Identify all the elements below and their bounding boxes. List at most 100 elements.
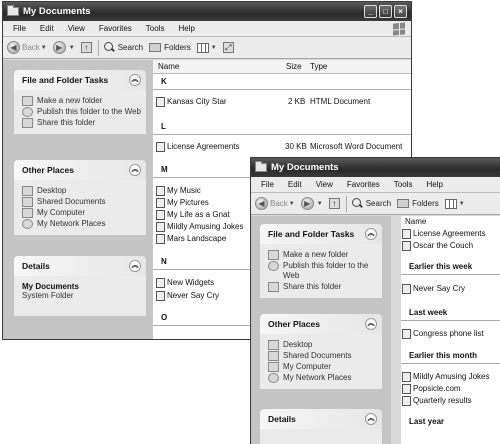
folders-button[interactable]: Folders: [149, 43, 191, 52]
title-bar[interactable]: My Documents _ □ ×: [3, 2, 411, 21]
file-row[interactable]: Congress phone list: [402, 328, 500, 339]
menu-file[interactable]: File: [6, 24, 33, 33]
search-button[interactable]: Search: [351, 198, 391, 209]
share-folder-icon: [22, 118, 33, 128]
menu-bar: File Edit View Favorites Tools Help: [3, 21, 411, 37]
group-divider: [153, 89, 411, 90]
maximize-button[interactable]: □: [379, 5, 392, 18]
views-dropdown-icon[interactable]: ▼: [459, 201, 465, 207]
file-row[interactable]: Quarterly results: [402, 395, 500, 406]
collapse-chevron-icon[interactable]: ︽: [129, 164, 141, 176]
menu-tools[interactable]: Tools: [139, 24, 172, 33]
up-folder-button[interactable]: ↑: [80, 42, 92, 53]
task-publish-folder[interactable]: Publish this folder to the Web: [22, 107, 146, 117]
place-shared-documents[interactable]: Shared Documents: [22, 197, 146, 207]
image-file-icon: [156, 233, 165, 244]
up-arrow-icon: ↑: [328, 198, 340, 209]
menu-edit[interactable]: Edit: [281, 180, 309, 189]
task-publish-folder[interactable]: Publish this folder to the Web: [268, 261, 382, 281]
file-row[interactable]: License Agreements: [402, 228, 500, 239]
file-name: Quarterly results: [413, 396, 472, 405]
group-header: Last week: [409, 308, 448, 317]
back-button[interactable]: ◀ Back ▼: [7, 41, 47, 54]
file-folder-tasks-header[interactable]: File and Folder Tasks ︽: [14, 70, 146, 90]
menu-favorites[interactable]: Favorites: [340, 180, 387, 189]
collapse-chevron-icon[interactable]: ︽: [129, 74, 141, 86]
collapse-chevron-icon[interactable]: ︽: [129, 260, 141, 272]
details-header[interactable]: Details ︽: [14, 256, 146, 276]
shared-documents-icon: [22, 197, 33, 207]
my-documents-window-front[interactable]: My Documents File Edit View Favorites To…: [250, 157, 500, 444]
up-folder-button[interactable]: ↑: [328, 198, 340, 209]
column-headers: Name: [401, 216, 500, 228]
collapse-chevron-icon[interactable]: ︽: [365, 318, 377, 330]
folders-button[interactable]: Folders: [397, 199, 439, 208]
other-places-header[interactable]: Other Places ︽: [260, 314, 382, 334]
forward-button[interactable]: ▶ ▼: [52, 41, 75, 54]
minimize-button[interactable]: _: [364, 5, 377, 18]
column-size[interactable]: Size: [286, 62, 302, 71]
folder-options-button[interactable]: ⤢: [222, 42, 234, 53]
place-my-computer[interactable]: My Computer: [268, 362, 382, 372]
collapse-chevron-icon[interactable]: ︽: [365, 413, 377, 425]
file-row[interactable]: License Agreements 30 KB Microsoft Word …: [156, 141, 411, 152]
column-type[interactable]: Type: [310, 62, 327, 71]
task-make-new-folder[interactable]: Make a new folder: [268, 250, 382, 260]
close-button[interactable]: ×: [394, 5, 407, 18]
title-bar[interactable]: My Documents: [251, 158, 500, 177]
back-dropdown-icon[interactable]: ▼: [289, 201, 295, 207]
forward-dropdown-icon[interactable]: ▼: [317, 201, 323, 207]
window-title: My Documents: [23, 6, 91, 17]
forward-arrow-icon: ▶: [300, 197, 314, 210]
details-type: System Folder: [22, 291, 74, 300]
place-my-computer[interactable]: My Computer: [22, 208, 146, 218]
file-row[interactable]: Popsicle.com: [402, 383, 500, 394]
task-make-new-folder[interactable]: Make a new folder: [22, 96, 146, 106]
file-row[interactable]: Kansas City Star 2 KB HTML Document: [156, 96, 411, 107]
folders-icon: [149, 43, 162, 52]
group-header: Earlier this week: [409, 262, 473, 271]
column-name[interactable]: Name: [405, 217, 426, 226]
place-shared-documents[interactable]: Shared Documents: [268, 351, 382, 361]
file-row[interactable]: Oscar the Couch: [402, 240, 500, 251]
folder-icon: [255, 161, 267, 172]
place-my-network-places[interactable]: My Network Places: [268, 373, 382, 383]
file-name: License Agreements: [167, 142, 240, 151]
desktop-icon: [268, 340, 279, 350]
place-my-network-places[interactable]: My Network Places: [22, 219, 146, 229]
desktop-icon: [22, 186, 33, 196]
details-header[interactable]: Details ︽: [260, 409, 382, 429]
menu-help[interactable]: Help: [171, 24, 201, 33]
forward-dropdown-icon[interactable]: ▼: [69, 45, 75, 51]
search-button[interactable]: Search: [103, 42, 143, 53]
menu-help[interactable]: Help: [419, 180, 449, 189]
place-desktop[interactable]: Desktop: [268, 340, 382, 350]
file-name: Mars Landscape: [167, 234, 227, 243]
menu-view[interactable]: View: [61, 24, 92, 33]
menu-tools[interactable]: Tools: [387, 180, 420, 189]
views-button[interactable]: ▼: [196, 42, 217, 53]
menu-view[interactable]: View: [309, 180, 340, 189]
place-desktop[interactable]: Desktop: [22, 186, 146, 196]
file-row[interactable]: Never Say Cry: [402, 283, 500, 294]
file-folder-tasks-header[interactable]: File and Folder Tasks ︽: [260, 224, 382, 244]
back-button[interactable]: ◀ Back ▼: [255, 197, 295, 210]
back-dropdown-icon[interactable]: ▼: [41, 45, 47, 51]
views-button[interactable]: ▼: [444, 198, 465, 209]
other-places-header[interactable]: Other Places ︽: [14, 160, 146, 180]
menu-favorites[interactable]: Favorites: [92, 24, 139, 33]
views-icon: [444, 198, 457, 209]
forward-button[interactable]: ▶ ▼: [300, 197, 323, 210]
word-document-icon: [156, 141, 165, 152]
task-pane: File and Folder Tasks ︽ Make a new folde…: [251, 216, 391, 444]
collapse-chevron-icon[interactable]: ︽: [365, 228, 377, 240]
word-document-icon: [402, 240, 411, 251]
column-name[interactable]: Name: [158, 62, 179, 71]
menu-file[interactable]: File: [254, 180, 281, 189]
toolbar-separator: [345, 195, 347, 212]
views-dropdown-icon[interactable]: ▼: [211, 45, 217, 51]
file-row[interactable]: Mildly Amusing Jokes: [402, 371, 500, 382]
menu-edit[interactable]: Edit: [33, 24, 61, 33]
task-share-folder[interactable]: Share this folder: [268, 282, 382, 292]
task-share-folder[interactable]: Share this folder: [22, 118, 146, 128]
